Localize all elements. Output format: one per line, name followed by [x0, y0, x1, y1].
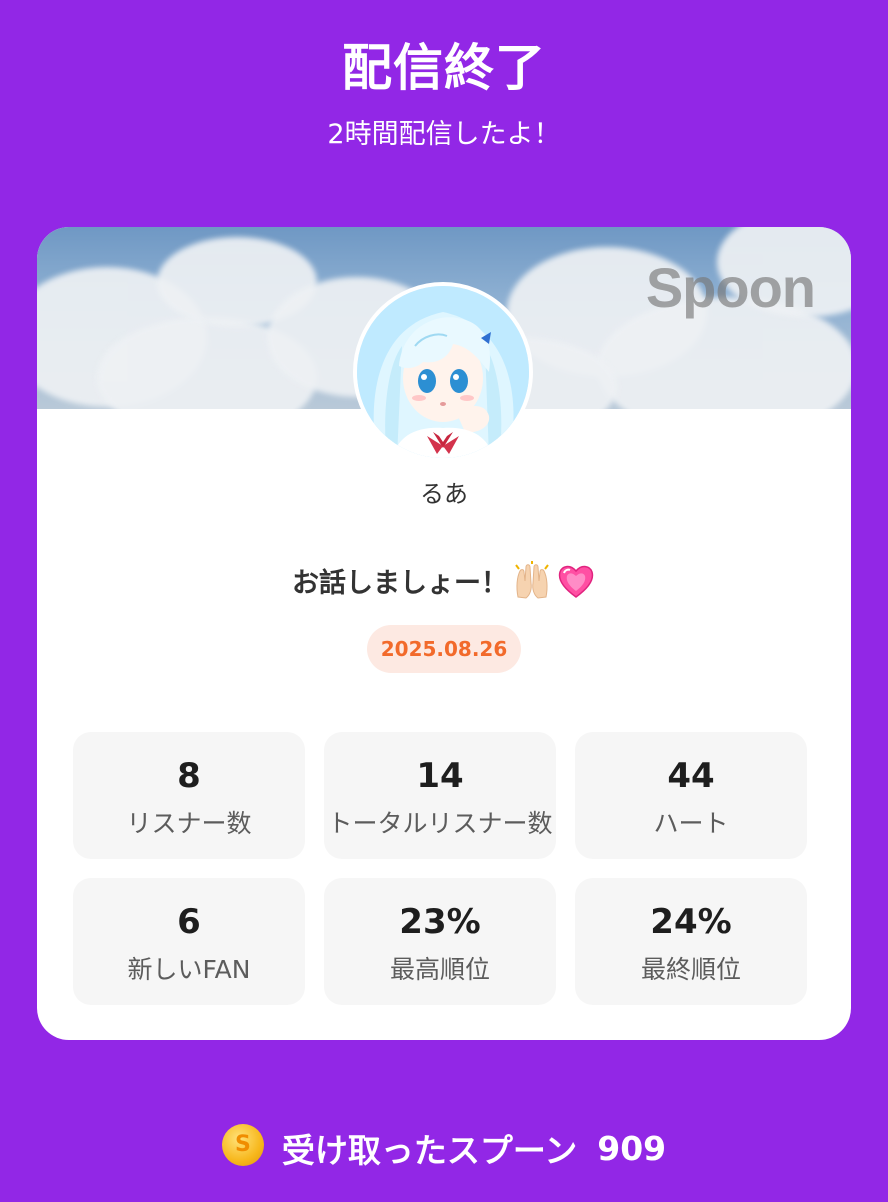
- stat-label: リスナー数: [126, 809, 252, 838]
- avatar[interactable]: [353, 282, 533, 462]
- username: るあ: [420, 480, 468, 508]
- heart-emoji-icon: [556, 561, 596, 608]
- received-spoons-count: 909: [597, 1128, 667, 1168]
- stat-value: 6: [177, 902, 201, 942]
- stat-label: ハート: [653, 809, 729, 838]
- stat-value: 23%: [399, 902, 481, 942]
- stat-new-fans: 6 新しいFAN: [73, 878, 305, 1005]
- stat-value: 8: [177, 756, 201, 796]
- date-badge: 2025.08.26: [366, 625, 522, 673]
- avatar-illustration-icon: [357, 286, 529, 458]
- received-spoons-label: 受け取ったスプーン: [281, 1131, 578, 1170]
- stat-highest-rank: 23% 最高順位: [324, 878, 556, 1005]
- stat-value: 24%: [650, 902, 732, 942]
- room-title: お話しましょー！: [37, 561, 851, 608]
- stat-label: 最高順位: [389, 955, 490, 984]
- stat-label: 最終順位: [640, 955, 741, 984]
- page-subtitle: 2時間配信したよ！: [327, 119, 561, 150]
- stat-label: トータルリスナー数: [327, 809, 553, 838]
- received-spoons: S 受け取ったスプーン 909: [0, 1124, 888, 1172]
- room-title-text: お話しましょー！: [292, 568, 508, 599]
- spoon-logo: Spoon: [645, 256, 816, 319]
- stat-hearts: 44 ハート: [575, 732, 807, 859]
- stat-value: 44: [667, 756, 715, 796]
- stats-grid: 8 リスナー数 14 トータルリスナー数 44 ハート 6 新しいFAN 23%…: [73, 732, 807, 1005]
- stat-label: 新しいFAN: [127, 955, 251, 984]
- stat-listeners: 8 リスナー数: [73, 732, 305, 859]
- raising-hands-emoji-icon: [512, 561, 552, 608]
- stat-value: 14: [416, 756, 464, 796]
- stat-total-listeners: 14 トータルリスナー数: [324, 732, 556, 859]
- broadcast-summary-card: Spoon るあ お話しましょー！ 2025.08.26 8 リスナー数 14 …: [37, 227, 851, 1040]
- spoon-coin-icon: S: [221, 1124, 264, 1166]
- stat-final-rank: 24% 最終順位: [575, 878, 807, 1005]
- page-title: 配信終了: [342, 39, 546, 97]
